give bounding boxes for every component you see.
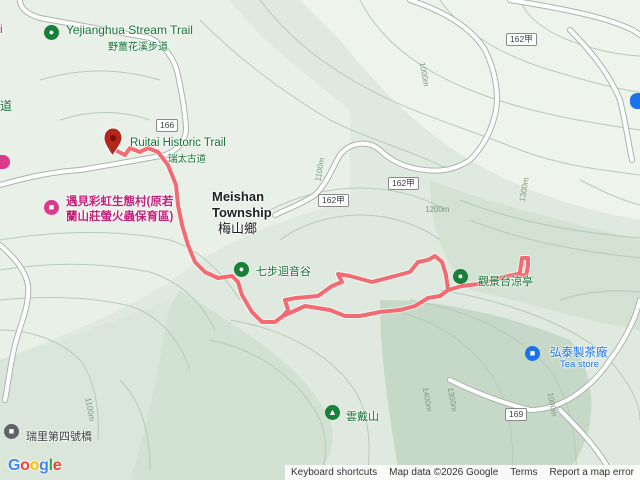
hiker-icon[interactable]: ●	[44, 25, 59, 40]
road-number-badge: 162甲	[318, 194, 349, 207]
terms-link[interactable]: Terms	[504, 467, 543, 478]
google-logo: Google	[8, 457, 62, 474]
poi-pavilion-name[interactable]: 觀景台涼亭	[478, 273, 533, 289]
terrain-map[interactable]	[0, 0, 640, 480]
poi-ruitai-name[interactable]: Ruitai Historic Trail	[130, 137, 226, 149]
town-meishan-zh: 梅山鄉	[218, 221, 258, 236]
map-attribution-bar: Keyboard shortcuts Map data ©2026 Google…	[284, 465, 640, 480]
hiker-icon[interactable]: ●	[234, 262, 249, 277]
poi-yejianghua-name[interactable]: Yejianghua Stream Trail	[66, 23, 193, 37]
poi-yundai-name[interactable]: 雲戴山	[346, 408, 379, 424]
road-number-badge: 169	[505, 408, 528, 421]
shopping-bag-icon[interactable]: ■	[525, 346, 540, 361]
poi-ruitai-name-zh[interactable]: 瑞太古道	[168, 151, 206, 165]
road-number-badge: 162甲	[388, 177, 419, 190]
map-data-text: Map data ©2026 Google	[389, 467, 499, 478]
building-icon[interactable]: ■	[44, 200, 59, 215]
town-meishan-line1: Meishan	[212, 189, 265, 204]
edge-poi-marker[interactable]	[630, 93, 640, 109]
hiker-icon[interactable]: ●	[453, 269, 468, 284]
bridge-icon[interactable]: ■	[4, 424, 19, 439]
edge-label-left: 道	[0, 99, 13, 113]
town-meishan-line2: Township	[212, 205, 272, 220]
report-error-link[interactable]: Report a map error	[544, 467, 640, 478]
poi-tea-name-en[interactable]: Tea store	[560, 359, 599, 370]
elevation-label: 1200m	[425, 205, 450, 214]
poi-tea-name[interactable]: 弘泰製茶廠	[550, 344, 608, 360]
poi-yejianghua-name-zh[interactable]: 野薑花溪步道	[108, 38, 168, 53]
edge-label-top: i	[0, 22, 3, 36]
keyboard-shortcuts-link[interactable]: Keyboard shortcuts	[285, 467, 383, 478]
road-number-badge: 166	[156, 119, 179, 132]
road-number-badge: 162甲	[506, 33, 537, 46]
mountain-icon[interactable]: ▲	[325, 405, 340, 420]
poi-qibu-name[interactable]: 七步迴音谷	[256, 263, 311, 279]
poi-rainbow-line1[interactable]: 遇見彩虹生態村(原若	[66, 193, 173, 209]
poi-rainbow-line2[interactable]: 蘭山莊螢火蟲保育區)	[66, 208, 173, 224]
poi-bridge-name[interactable]: 瑞里第四號橋	[26, 428, 92, 444]
